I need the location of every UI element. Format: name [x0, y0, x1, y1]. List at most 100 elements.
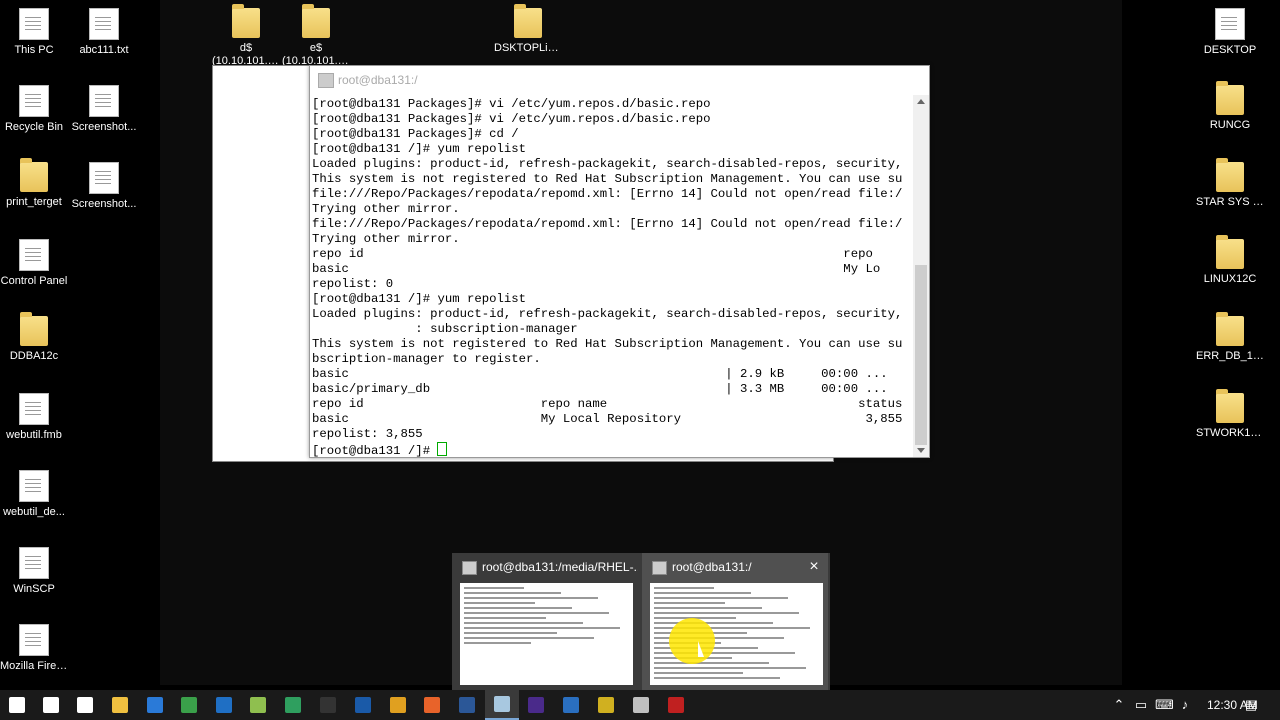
folder-icon: [1216, 389, 1244, 423]
desktop-icon[interactable]: DSKTOPLinux: [492, 4, 564, 55]
thumbnail-text-line: [464, 592, 561, 594]
terminal-line: basic | 2.9 kB 00:00 ...: [312, 367, 888, 381]
thumbnail-text-line: [654, 612, 799, 614]
taskbar-app-button[interactable]: [103, 690, 137, 720]
taskbar-app-button[interactable]: [0, 690, 34, 720]
task-view-icon: [77, 697, 93, 713]
putty-window[interactable]: root@dba131:/ [root@dba131 Packages]# vi…: [309, 65, 930, 458]
scroll-thumb[interactable]: [915, 265, 927, 445]
thumbnail-text-line: [654, 602, 725, 604]
image-file-icon: [89, 85, 119, 117]
taskbar-app-button[interactable]: [346, 690, 380, 720]
notifications-icon[interactable]: ▤: [1243, 697, 1259, 713]
chevron-up-icon[interactable]: ⌃: [1111, 697, 1127, 713]
taskbar-app-button[interactable]: [207, 690, 241, 720]
desktop-icon[interactable]: This PC: [0, 8, 70, 57]
thumbnail-text-line: [464, 637, 594, 639]
taskbar-app-button[interactable]: [485, 690, 519, 720]
desktop-icon[interactable]: Control Panel: [0, 239, 70, 288]
scroll-up-icon[interactable]: [917, 99, 925, 104]
terminal-scrollbar[interactable]: [913, 95, 929, 457]
app-yellow-icon: [598, 697, 614, 713]
taskbar-app-button[interactable]: [450, 690, 484, 720]
close-icon[interactable]: ×: [806, 559, 822, 575]
terminal-line: Trying other mirror.: [312, 202, 460, 216]
desktop-icon[interactable]: webutil_de...: [0, 470, 70, 519]
thumbnail-text-line: [464, 607, 572, 609]
taskbar-app-button[interactable]: [34, 690, 68, 720]
desktop-icon[interactable]: Recycle Bin: [0, 85, 70, 134]
desktop-icon[interactable]: e$ (10.10.101.1...: [280, 4, 352, 68]
desktop-icon[interactable]: webutil.fmb: [0, 393, 70, 442]
putty-icon: [652, 561, 667, 575]
thumbnail-text-line: [464, 627, 620, 629]
terminal-output[interactable]: [root@dba131 Packages]# vi /etc/yum.repo…: [310, 95, 914, 459]
desktop-icon-label: ERR_DB_12C: [1196, 350, 1266, 362]
taskbar-app-button[interactable]: [241, 690, 275, 720]
putty-title-bar[interactable]: root@dba131:/: [310, 66, 929, 94]
desktop-icon[interactable]: STAR SYS 12: [1194, 158, 1266, 209]
taskbar-app-button[interactable]: [311, 690, 345, 720]
text-file-icon: [89, 8, 119, 40]
cursor-highlight: [669, 618, 715, 664]
network-drive-icon: [302, 4, 330, 38]
taskbar-app-button[interactable]: [624, 690, 658, 720]
taskbar-app-button[interactable]: [68, 690, 102, 720]
keyboard-icon[interactable]: ⌨: [1155, 697, 1174, 713]
folder-icon: [20, 158, 48, 192]
terminal-line: basic My Lo: [312, 262, 881, 276]
app-red-icon: [668, 697, 684, 713]
desktop-icon[interactable]: DDBA12c: [0, 312, 70, 363]
taskbar-app-button[interactable]: [276, 690, 310, 720]
desktop-icon[interactable]: DESKTOP: [1194, 8, 1266, 57]
putty-title: root@dba131:/: [338, 73, 418, 87]
firefox-icon: [19, 624, 49, 656]
terminal-line: [root@dba131 Packages]# vi /etc/yum.repo…: [312, 112, 711, 126]
desktop-icon[interactable]: Mozilla Firefox: [0, 624, 70, 673]
terminal-line: Loaded plugins: product-id, refresh-pack…: [312, 307, 903, 321]
preview-window-2[interactable]: root@dba131:/ ×: [642, 553, 828, 690]
terminal-line: Loaded plugins: product-id, refresh-pack…: [312, 157, 903, 171]
terminal-line: [root@dba131 Packages]# vi /etc/yum.repo…: [312, 97, 711, 111]
desktop-icon-label: WinSCP: [13, 583, 55, 595]
terminal-line: This system is not registered to Red Hat…: [312, 337, 903, 351]
taskbar-app-button[interactable]: [172, 690, 206, 720]
network-icon[interactable]: ▭: [1133, 697, 1149, 713]
desktop-icon[interactable]: print_terget: [0, 158, 70, 209]
desktop-icon[interactable]: d$ (10.10.101.1...: [210, 4, 282, 68]
terminal-line: file:///Repo/Packages/repodata/repomd.xm…: [312, 217, 903, 231]
desktop-icon[interactable]: ERR_DB_12C: [1194, 312, 1266, 363]
taskbar-app-button[interactable]: [659, 690, 693, 720]
preview-window-1[interactable]: root@dba131:/media/RHEL-...: [452, 553, 638, 690]
desktop-icon-label: DSKTOPLinux: [494, 42, 564, 54]
terminal-line: basic My Local Repository 3,855: [312, 412, 903, 426]
volume-icon[interactable]: ♪: [1177, 697, 1193, 713]
desktop-icon[interactable]: RUNCG: [1194, 81, 1266, 132]
desktop-icon[interactable]: Screenshot...: [68, 85, 140, 134]
thumbnail-text-line: [464, 622, 583, 624]
form-file-icon: [19, 393, 49, 425]
terminal-line: [root@dba131 Packages]# cd /: [312, 127, 519, 141]
file-explorer-icon: [112, 697, 128, 713]
terminal-line: repolist: 0: [312, 277, 394, 291]
taskbar-app-button[interactable]: [589, 690, 623, 720]
search-icon: [43, 697, 59, 713]
preview-thumbnail[interactable]: [460, 583, 633, 685]
desktop-icon[interactable]: STWORK12C: [1194, 389, 1266, 440]
desktop-icon[interactable]: abc111.txt: [68, 8, 140, 57]
scroll-down-icon[interactable]: [917, 448, 925, 453]
thumbnail-text-line: [654, 677, 780, 679]
taskbar-app-button[interactable]: [415, 690, 449, 720]
desktop-icon-label: LINUX12C: [1203, 273, 1257, 285]
desktop-icon[interactable]: Screenshot...: [68, 162, 140, 211]
taskbar-app-button[interactable]: [554, 690, 588, 720]
taskbar-app-button[interactable]: [138, 690, 172, 720]
app-blue-icon: [147, 697, 163, 713]
desktop-icon[interactable]: LINUX12C: [1194, 235, 1266, 286]
taskbar-app-button[interactable]: [381, 690, 415, 720]
taskbar-app-button[interactable]: [519, 690, 553, 720]
terminal-prompt-line[interactable]: [root@dba131 /]#: [312, 442, 914, 459]
desktop-icon-label: STAR SYS 12: [1196, 196, 1265, 208]
terminal-line: : subscription-manager: [312, 322, 578, 336]
desktop-icon[interactable]: WinSCP: [0, 547, 70, 596]
